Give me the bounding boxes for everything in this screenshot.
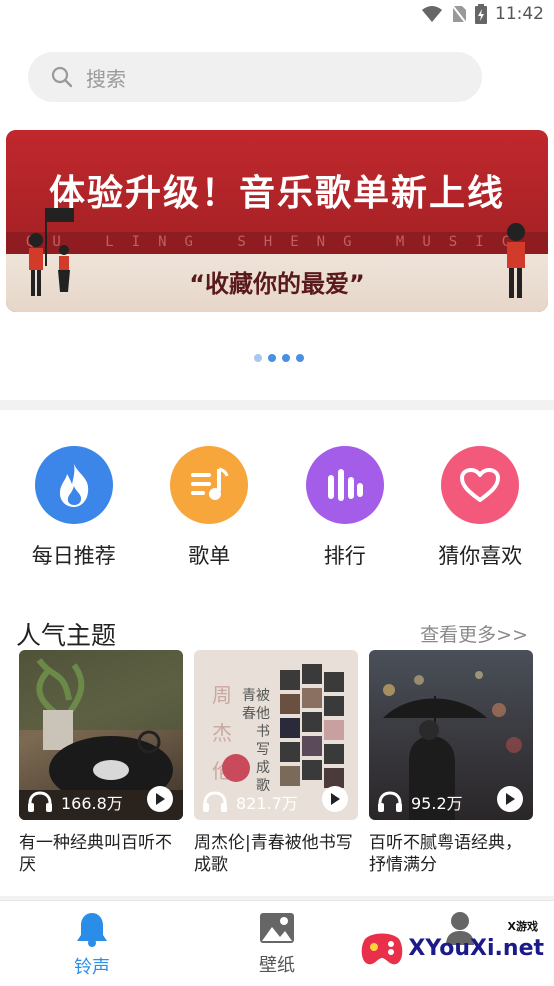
category-daily[interactable]: 每日推荐 [9, 446, 139, 570]
category-label: 排行 [323, 544, 366, 568]
search-bar[interactable]: 搜索 [28, 52, 482, 102]
category-label: 歌单 [188, 544, 231, 568]
play-icon [331, 793, 340, 805]
play-count: 821.7万 [236, 794, 298, 813]
play-button[interactable] [147, 786, 173, 812]
clock: 11:42 [495, 4, 544, 24]
category-label: 猜你喜欢 [438, 544, 523, 568]
play-button[interactable] [497, 786, 523, 812]
card-cover-image: 95.2万 [369, 650, 533, 820]
svg-text:春他: 春他 [242, 706, 270, 722]
watermark-brand: XYouXi.net [408, 935, 544, 961]
search-input[interactable]: 搜索 [86, 63, 126, 92]
section-title: 人气主题 [16, 621, 117, 650]
no-sim-icon [451, 4, 467, 24]
playlist-icon [170, 446, 249, 524]
category-row: 每日推荐 歌单 排行 猜你喜欢 [0, 446, 554, 570]
card-cover-image: 166.8万 [19, 650, 183, 820]
svg-text:青被: 青被 [242, 688, 270, 704]
card-title: 周杰伦|青春被他书写成歌 [194, 833, 353, 875]
tab-ringtone[interactable]: 铃声 [32, 911, 152, 979]
tab-wallpaper[interactable]: 壁纸 [217, 911, 337, 977]
category-playlist[interactable]: 歌单 [144, 446, 274, 570]
svg-text:书: 书 [256, 724, 270, 740]
theme-cards: 166.8万 有一种经典叫百听不厌 周 杰 伦 青被 春他 书 写 成 歌 82… [19, 650, 539, 876]
bell-icon [77, 913, 107, 947]
left-figures-illustration [29, 208, 74, 296]
svg-text:成: 成 [256, 760, 270, 776]
watermark-tag: X游戏 [507, 920, 538, 933]
category-ranking[interactable]: 排行 [280, 446, 410, 570]
tab-label: 铃声 [74, 957, 110, 978]
flame-icon [34, 446, 113, 524]
play-count: 166.8万 [61, 794, 123, 813]
search-icon [51, 66, 73, 88]
watermark-logo: XYouXi.net X游戏 [360, 920, 544, 968]
play-button[interactable] [322, 786, 348, 812]
tab-label: 壁纸 [259, 955, 295, 976]
svg-text:杰: 杰 [212, 721, 232, 745]
svg-text:周: 周 [212, 683, 232, 707]
play-icon [156, 793, 165, 805]
headphones-icon [203, 791, 227, 812]
wifi-icon [422, 6, 442, 22]
theme-card[interactable]: 周 杰 伦 青被 春他 书 写 成 歌 821.7万 周杰伦|青春被他书写成歌 [194, 650, 358, 876]
carousel-indicator [254, 354, 304, 362]
status-bar: 11:42 [0, 0, 554, 32]
heart-icon [441, 446, 520, 524]
right-figure-illustration [507, 223, 525, 298]
carousel-dot[interactable] [296, 354, 304, 362]
battery-icon [475, 4, 487, 24]
promo-banner[interactable]: 体验升级！音乐歌单新上线 QU LING SHENG MUSIC “收藏你的最爱… [6, 130, 548, 312]
play-icon [506, 793, 515, 805]
card-title: 百听不腻粤语经典，抒情满分 [369, 833, 522, 875]
theme-card[interactable]: 95.2万 百听不腻粤语经典，抒情满分 [369, 650, 533, 876]
banner-subtitle: QU LING SHENG MUSIC [25, 234, 529, 250]
banner-title: 体验升级！音乐歌单新上线 [48, 173, 505, 214]
category-label: 每日推荐 [31, 544, 116, 568]
headphones-icon [28, 791, 52, 812]
see-more-link[interactable]: 查看更多>> [420, 620, 528, 647]
play-count: 95.2万 [411, 794, 463, 813]
content-area: 每日推荐 歌单 排行 猜你喜欢 人气主题 查看更多>> 166.8万 有一种经典… [0, 410, 554, 896]
carousel-dot[interactable] [282, 354, 290, 362]
category-guess-you-like[interactable]: 猜你喜欢 [415, 446, 545, 570]
headphones-icon [378, 791, 402, 812]
svg-text:写: 写 [256, 742, 270, 758]
card-title: 有一种经典叫百听不厌 [19, 833, 172, 875]
image-icon [260, 913, 294, 943]
theme-card[interactable]: 166.8万 有一种经典叫百听不厌 [19, 650, 183, 876]
banner-quote: “收藏你的最爱” [189, 270, 365, 298]
chart-bars-icon [305, 446, 384, 524]
carousel-dot[interactable] [254, 354, 262, 362]
card-cover-image: 周 杰 伦 青被 春他 书 写 成 歌 821.7万 [194, 650, 358, 820]
carousel-dot[interactable] [268, 354, 276, 362]
gamepad-icon [362, 933, 403, 965]
